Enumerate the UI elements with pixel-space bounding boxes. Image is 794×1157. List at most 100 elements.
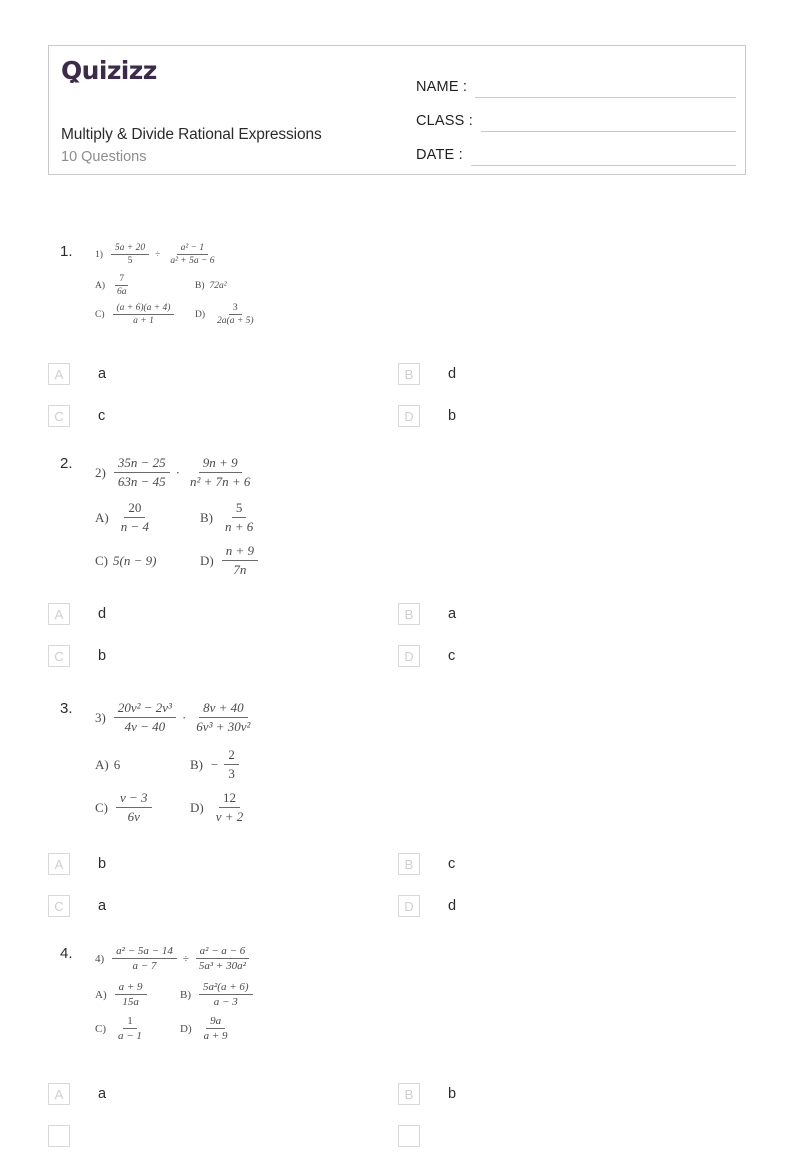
- problem-tag-1: 1): [95, 249, 103, 260]
- answer-option-2-A[interactable]: A d: [48, 603, 398, 625]
- question-expression-1: 1) 5a + 20 5 ÷ a² − 1 a² + 5a − 6: [95, 243, 261, 266]
- answer-options-4: A a B b: [48, 1073, 748, 1157]
- worksheet-header-card: Quizizz Multiply & Divide Rational Expre…: [48, 45, 746, 175]
- answer-text: d: [448, 898, 457, 914]
- answer-options-3: A b B c C a D d: [48, 843, 748, 927]
- answer-options-1: A a B d C c D b: [48, 353, 748, 437]
- choice-row-3-bottom: C) v − 3 6v D) 12 v + 2: [95, 790, 257, 825]
- choice-row-1-bottom: C) (a + 6)(a + 4) a + 1 D) 3 2a(a + 5): [95, 303, 261, 326]
- answer-option-1-C[interactable]: C c: [48, 405, 398, 427]
- quiz-title: Multiply & Divide Rational Expressions: [61, 126, 322, 143]
- choice-3-A: A) 6: [95, 756, 121, 772]
- date-field-row: DATE :: [416, 132, 736, 166]
- date-input[interactable]: [470, 143, 736, 166]
- answer-option-2-D[interactable]: D c: [398, 645, 748, 667]
- question-number-4: 4.: [60, 945, 73, 962]
- choice-4-C: C) 1 a − 1: [95, 1015, 142, 1042]
- answer-text: b: [448, 1086, 457, 1102]
- answer-text: d: [448, 366, 457, 382]
- name-input[interactable]: [475, 75, 736, 98]
- answer-row: A b B c: [48, 843, 748, 885]
- class-input[interactable]: [481, 109, 736, 132]
- answer-option-3-D[interactable]: D d: [398, 895, 748, 917]
- answer-letter-box-C: C: [48, 645, 70, 667]
- choice-4-D: D) 9a a + 9: [180, 1015, 228, 1042]
- choice-row-2-top: A) 20 n − 4 B) 5 n + 6: [95, 500, 261, 535]
- answer-option-4-A[interactable]: A a: [48, 1083, 398, 1105]
- choice-row-1-top: A) 7 6a B) 72a²: [95, 274, 261, 297]
- choice-row-3-top: A) 6 B) − 2 3: [95, 747, 257, 782]
- answer-letter-box-D: D: [398, 895, 420, 917]
- choice-3-C: C) v − 3 6v: [95, 790, 190, 825]
- expression-right-fraction-1: a² − 1 a² + 5a − 6: [170, 243, 215, 266]
- choice-3-B-sign: −: [211, 756, 219, 772]
- choice-2-D: D) n + 9 7n: [200, 543, 261, 578]
- answer-letter-box-B: B: [398, 1083, 420, 1105]
- choice-1-B: B) 72a²: [195, 280, 227, 291]
- answer-row: A a B b: [48, 1073, 748, 1115]
- answer-option-2-B[interactable]: B a: [398, 603, 748, 625]
- date-field-label: DATE :: [416, 147, 463, 163]
- answer-options-2: A d B a C b D c: [48, 593, 748, 677]
- expression-left-fraction-1: 5a + 20 5: [110, 243, 150, 266]
- answer-option-3-A[interactable]: A b: [48, 853, 398, 875]
- expression-operator-1: ÷: [155, 249, 161, 260]
- answer-option-2-C[interactable]: C b: [48, 645, 398, 667]
- answer-letter-box-C: [48, 1125, 70, 1147]
- answer-text: a: [448, 606, 457, 622]
- answer-text: c: [98, 408, 106, 424]
- question-number-1: 1.: [60, 243, 73, 260]
- answer-text: a: [98, 366, 107, 382]
- expression-left-fraction-3: 20v² − 2v³ 4v − 40: [113, 700, 176, 735]
- question-number-3: 3.: [60, 700, 73, 717]
- answer-option-1-A[interactable]: A a: [48, 363, 398, 385]
- expression-left-fraction-4: a² − 5a − 14 a − 7: [112, 945, 177, 972]
- answer-text: c: [448, 856, 456, 872]
- choice-1-D: D) 3 2a(a + 5): [195, 303, 254, 326]
- problem-tag-4: 4): [95, 952, 105, 965]
- question-image-1: 1) 5a + 20 5 ÷ a² − 1 a² + 5a − 6 A) 7 6…: [95, 243, 261, 326]
- choice-2-C: C) 5(n − 9): [95, 552, 157, 568]
- choice-2-B: B) 5 n + 6: [200, 500, 254, 534]
- answer-letter-box-D: D: [398, 645, 420, 667]
- answer-letter-box-D: D: [398, 405, 420, 427]
- answer-letter-box-C: C: [48, 895, 70, 917]
- question-image-3: 3) 20v² − 2v³ 4v − 40 · 8v + 40 6v³ + 30…: [95, 700, 257, 825]
- answer-row-cutoff: [48, 1115, 748, 1157]
- answer-option-3-C[interactable]: C a: [48, 895, 398, 917]
- logo-dot-icon: [70, 79, 74, 83]
- answer-text: a: [98, 898, 107, 914]
- choice-4-B: B) 5a²(a + 6) a − 3: [180, 981, 256, 1008]
- answer-text: a: [98, 1086, 107, 1102]
- answer-letter-box-B: B: [398, 603, 420, 625]
- problem-tag-2: 2): [95, 464, 106, 480]
- question-number-2: 2.: [60, 455, 73, 472]
- answer-option-4-C[interactable]: [48, 1125, 398, 1147]
- choice-3-B: B) − 2 3: [190, 747, 242, 782]
- question-expression-2: 2) 35n − 25 63n − 45 · 9n + 9 n² + 7n + …: [95, 455, 261, 490]
- quizizz-logo: Quizizz: [61, 56, 157, 86]
- choice-2-A: A) 20 n − 4: [95, 500, 149, 534]
- choice-1-A: A) 7 6a: [95, 274, 129, 297]
- answer-row: C c D b: [48, 395, 748, 437]
- answer-letter-box-A: A: [48, 363, 70, 385]
- answer-option-4-B[interactable]: B b: [398, 1083, 748, 1105]
- expression-right-fraction-2: 9n + 9 n² + 7n + 6: [189, 455, 251, 489]
- expression-operator-3: ·: [181, 709, 187, 725]
- answer-option-4-D[interactable]: [398, 1125, 748, 1147]
- answer-option-1-B[interactable]: B d: [398, 363, 748, 385]
- class-field-row: CLASS :: [416, 98, 736, 132]
- answer-option-3-B[interactable]: B c: [398, 853, 748, 875]
- expression-operator-2: ·: [175, 464, 180, 480]
- problem-tag-3: 3): [95, 709, 106, 725]
- answer-row: A a B d: [48, 353, 748, 395]
- choice-row-4-top: A) a + 9 15a B) 5a²(a + 6) a − 3: [95, 981, 256, 1008]
- choice-row-2-bottom: C) 5(n − 9) D) n + 9 7n: [95, 543, 261, 578]
- choice-row-4-bottom: C) 1 a − 1 D) 9a a + 9: [95, 1015, 256, 1042]
- question-image-2: 2) 35n − 25 63n − 45 · 9n + 9 n² + 7n + …: [95, 455, 261, 578]
- answer-row: A d B a: [48, 593, 748, 635]
- student-info-fields: NAME : CLASS : DATE :: [416, 64, 736, 166]
- name-field-row: NAME :: [416, 64, 736, 98]
- answer-option-1-D[interactable]: D b: [398, 405, 748, 427]
- question-expression-3: 3) 20v² − 2v³ 4v − 40 · 8v + 40 6v³ + 30…: [95, 700, 257, 735]
